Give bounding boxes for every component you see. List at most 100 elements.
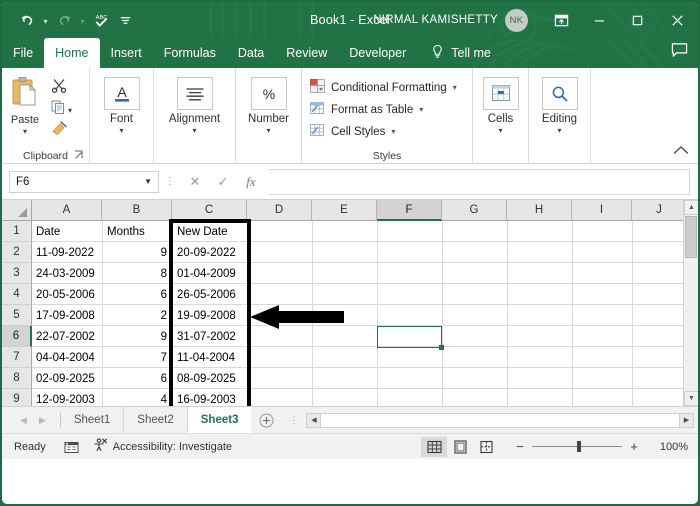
cell-a1[interactable]: Date (32, 221, 102, 242)
next-sheet-icon[interactable]: ▶ (39, 415, 46, 426)
conditional-formatting-dropdown-icon[interactable]: ▾ (453, 83, 457, 92)
cell-c8[interactable]: 08-09-2025 (173, 368, 247, 389)
worksheet-grid[interactable]: A B C D E F G H I J 1 2 3 4 5 6 7 8 9 10 (2, 199, 698, 406)
record-macro-icon[interactable] (64, 440, 79, 454)
cell-b3[interactable]: 8 (103, 263, 171, 284)
number-button[interactable]: % Number ▾ (236, 73, 301, 135)
clipboard-dialog-launcher-icon[interactable] (74, 150, 84, 160)
cell-b2[interactable]: 9 (103, 242, 171, 263)
zoom-slider[interactable] (532, 441, 622, 452)
page-layout-view-button[interactable] (447, 437, 473, 457)
active-cell-f6[interactable] (377, 326, 442, 348)
cell-b4[interactable]: 6 (103, 284, 171, 305)
cell-b7[interactable]: 7 (103, 347, 171, 368)
enter-icon[interactable]: ✓ (209, 171, 237, 193)
select-all-button[interactable] (2, 200, 32, 221)
tab-home[interactable]: Home (44, 38, 100, 68)
paste-button[interactable]: Paste ▾ (2, 73, 48, 136)
cell-a2[interactable]: 11-09-2022 (32, 242, 102, 263)
cell-a6[interactable]: 22-07-2002 (32, 326, 102, 347)
font-dropdown-icon[interactable]: ▾ (119, 127, 123, 135)
cancel-icon[interactable]: ✕ (181, 171, 209, 193)
accessibility-status[interactable]: Accessibility: Investigate (93, 438, 232, 455)
conditional-formatting-button[interactable]: ≠ Conditional Formatting ▾ (310, 79, 457, 96)
column-header-c[interactable]: C (172, 200, 247, 221)
column-header-i[interactable]: I (572, 200, 632, 221)
maximize-button[interactable] (618, 2, 656, 38)
cell-c4[interactable]: 26-05-2006 (173, 284, 247, 305)
alignment-dropdown-icon[interactable]: ▾ (192, 127, 196, 135)
formula-bar-grip[interactable]: ⋮ (159, 176, 181, 187)
previous-sheet-icon[interactable]: ◀ (20, 415, 27, 426)
row-header-2[interactable]: 2 (2, 242, 32, 263)
redo-icon[interactable] (53, 8, 75, 32)
cell-b5[interactable]: 2 (103, 305, 171, 326)
zoom-control[interactable]: − + 100% (515, 439, 688, 454)
cut-button[interactable] (48, 78, 67, 98)
format-as-table-dropdown-icon[interactable]: ▾ (419, 105, 423, 114)
insert-function-icon[interactable]: fx (237, 171, 265, 193)
column-header-d[interactable]: D (247, 200, 312, 221)
column-header-h[interactable]: H (507, 200, 572, 221)
row-header-9[interactable]: 9 (2, 389, 32, 406)
cell-b1[interactable]: Months (103, 221, 171, 242)
row-header-6[interactable]: 6 (2, 326, 32, 347)
cell-c1[interactable]: New Date (173, 221, 247, 242)
tab-file[interactable]: File (2, 38, 44, 68)
column-header-j[interactable]: J (632, 200, 687, 221)
row-header-5[interactable]: 5 (2, 305, 32, 326)
row-header-4[interactable]: 4 (2, 284, 32, 305)
sheet-tab-sheet1[interactable]: Sheet1 (61, 407, 125, 433)
row-header-8[interactable]: 8 (2, 368, 32, 389)
spelling-icon[interactable]: ABC (90, 8, 112, 32)
paste-dropdown-icon[interactable]: ▾ (23, 128, 27, 136)
number-dropdown-icon[interactable]: ▾ (266, 127, 270, 135)
zoom-in-button[interactable]: + (629, 439, 639, 454)
cell-b9[interactable]: 4 (103, 389, 171, 406)
zoom-out-button[interactable]: − (515, 439, 525, 454)
account-name[interactable]: NIRMAL KAMISHETTY (373, 14, 498, 26)
vertical-scroll-thumb[interactable] (685, 216, 697, 258)
close-button[interactable] (656, 2, 698, 38)
page-break-preview-button[interactable] (473, 437, 499, 457)
cell-styles-button[interactable]: Cell Styles ▾ (310, 123, 457, 140)
tab-insert[interactable]: Insert (100, 38, 153, 68)
row-header-7[interactable]: 7 (2, 347, 32, 368)
tab-review[interactable]: Review (275, 38, 338, 68)
undo-icon[interactable] (16, 8, 38, 32)
avatar[interactable]: NK (505, 8, 528, 32)
fill-handle[interactable] (439, 345, 444, 350)
cell-a7[interactable]: 04-04-2004 (32, 347, 102, 368)
cell-b8[interactable]: 6 (103, 368, 171, 389)
format-painter-button[interactable] (48, 121, 68, 141)
cell-c7[interactable]: 11-04-2004 (173, 347, 247, 368)
cell-c6[interactable]: 31-07-2002 (173, 326, 247, 347)
cell-c5[interactable]: 19-09-2008 (173, 305, 247, 326)
sheet-bar-grip[interactable]: ⋮ (281, 407, 306, 433)
cell-styles-dropdown-icon[interactable]: ▾ (391, 127, 395, 136)
cell-c3[interactable]: 01-04-2009 (173, 263, 247, 284)
cell-b6[interactable]: 9 (103, 326, 171, 347)
quick-access-toolbar[interactable]: ▾ ▾ ABC (2, 8, 136, 32)
row-header-1[interactable]: 1 (2, 221, 32, 242)
horizontal-scrollbar[interactable]: ◀ ▶ (306, 407, 698, 433)
horizontal-scroll-track[interactable] (321, 412, 679, 428)
ribbon-display-options-icon[interactable] (542, 2, 580, 38)
editing-dropdown-icon[interactable]: ▾ (557, 127, 561, 135)
scroll-right-icon[interactable]: ▶ (679, 412, 694, 428)
alignment-button[interactable]: Alignment ▾ (154, 73, 235, 135)
comments-icon[interactable] (671, 43, 688, 64)
cell-area[interactable]: Date 11-09-2022 24-03-2009 20-05-2006 17… (32, 219, 698, 406)
font-button[interactable]: A Font ▾ (90, 73, 153, 135)
add-sheet-icon[interactable] (251, 407, 281, 433)
column-header-g[interactable]: G (442, 200, 507, 221)
row-header-3[interactable]: 3 (2, 263, 32, 284)
zoom-value[interactable]: 100% (654, 441, 688, 453)
cell-a3[interactable]: 24-03-2009 (32, 263, 102, 284)
scroll-left-icon[interactable]: ◀ (306, 412, 322, 428)
cells-dropdown-icon[interactable]: ▾ (498, 127, 502, 135)
column-header-f[interactable]: F (377, 200, 442, 221)
tab-data[interactable]: Data (227, 38, 275, 68)
sheet-tab-sheet3[interactable]: Sheet3 (187, 406, 252, 433)
column-header-e[interactable]: E (312, 200, 377, 221)
